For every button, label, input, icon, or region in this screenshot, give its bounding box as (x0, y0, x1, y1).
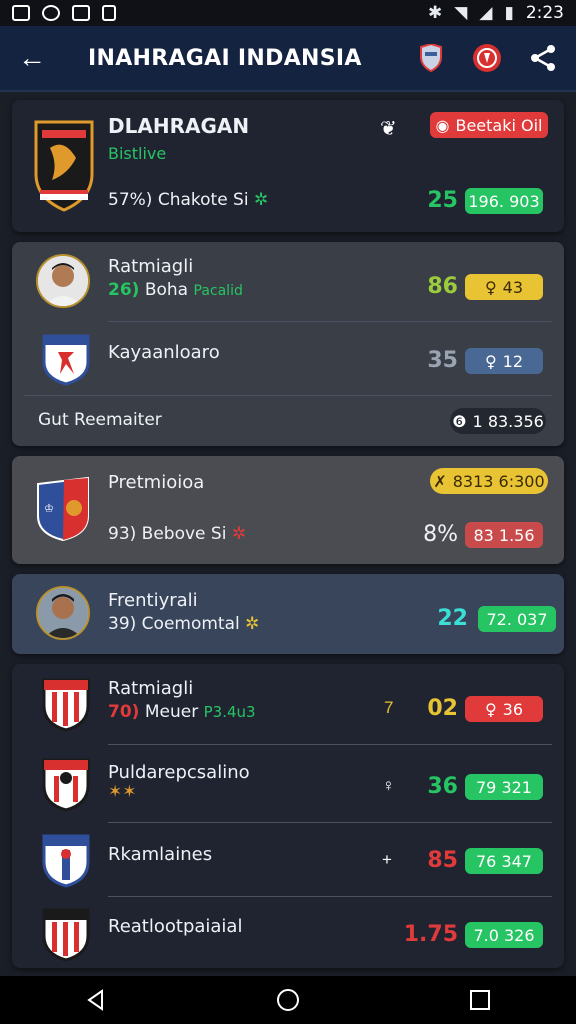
match-list-card: Ratmiagli 70) Meuer P3.4u3 7 02 ♀ 36 Puld… (12, 664, 564, 968)
team-name: Reatlootpaiaial (108, 916, 243, 937)
svg-text:♔: ♔ (44, 502, 54, 515)
team-name: Ratmiagli (108, 678, 194, 699)
shield-icon[interactable] (416, 43, 446, 73)
match-card[interactable]: ♔ Pretmioioa ✗ 8313 6:300 93) Bebove Si ✲… (12, 456, 564, 564)
odds-pill[interactable]: ♀ 12 (465, 348, 543, 374)
player-avatar (36, 254, 90, 308)
team-score: 85 (427, 848, 458, 873)
star-icon: ✶✶ (108, 782, 137, 801)
star-icon: ✲ (239, 614, 260, 634)
player-stat: 39) Coemomtal ✲ (108, 614, 260, 634)
match-stat: 57%) Chakote Si ✲ (108, 190, 269, 210)
divider (108, 896, 552, 897)
team-score: 36 (427, 774, 458, 799)
club-crest-icon[interactable] (472, 43, 502, 73)
divider (108, 744, 552, 745)
row-mark: + (382, 850, 392, 869)
player-name: Frentiyrali (108, 590, 198, 611)
row-mark: 7 (384, 698, 394, 717)
bluetooth-icon: ✱ (428, 3, 443, 22)
group-footer-label: Gut Reemaiter (38, 410, 162, 430)
odds-pill[interactable]: 196. 903 (465, 188, 543, 214)
team-name: Kayaanloaro (108, 342, 220, 363)
player-name: Ratmiagli (108, 256, 194, 277)
match-stat: 93) Bebove Si ✲ (108, 524, 247, 544)
odds-pill[interactable]: ♀ 43 (465, 274, 543, 300)
page-title: INAHRAGAI INDANSIA (88, 45, 362, 71)
battery-icon: ▮ (504, 3, 514, 22)
team-stat: 70) Meuer P3.4u3 (108, 702, 256, 722)
status-time: 2:23 (525, 3, 564, 23)
team-score: 1.75 (403, 922, 458, 947)
odds-pill[interactable]: 72. 037 (478, 606, 556, 632)
home-nav-icon[interactable] (268, 980, 308, 1020)
live-dot-icon: ◉ (435, 115, 450, 135)
team-crest (40, 334, 92, 386)
player-score: 22 (437, 606, 468, 631)
player-avatar (36, 586, 90, 640)
back-arrow-icon[interactable]: ← (18, 42, 58, 74)
total-pill: ❻1 83.356 (450, 408, 546, 434)
team-score: 35 (427, 348, 458, 373)
star-icon: ✲ (248, 190, 269, 210)
team-name: Pretmioioa (108, 472, 205, 493)
live-badge: ◉ Beetaki Oil (430, 112, 548, 138)
pin-icon: ♀ (484, 699, 497, 719)
coin-icon: ❻ (452, 411, 467, 431)
match-card[interactable]: Frentiyrali 39) Coemomtal ✲ 22 72. 037 (12, 574, 564, 654)
pin-icon: ♀ (484, 277, 497, 297)
row-mark: ♀ (382, 776, 395, 795)
team-name: Puldarepcsalino (108, 762, 250, 783)
divider (108, 822, 552, 823)
divider (108, 321, 552, 322)
team-crest (40, 756, 92, 812)
system-nav-bar (0, 976, 576, 1024)
team-score: 02 (427, 696, 458, 721)
team-crest (40, 676, 92, 732)
notification-icon (12, 5, 30, 21)
match-card-group[interactable]: Ratmiagli 26) Boha Pacalid 86 ♀ 43 Kayaan… (12, 242, 564, 446)
team-name: DLAHRAGAN (108, 114, 250, 138)
odds-pill[interactable]: 79 321 (465, 774, 543, 800)
wifi-icon: ◥ (454, 3, 468, 22)
player-score: 86 (427, 274, 458, 299)
back-nav-icon[interactable] (76, 980, 116, 1020)
notification-icon (42, 5, 60, 21)
odds-pill[interactable]: 83 1.56 (465, 522, 543, 548)
team-crest (40, 832, 92, 888)
status-badge: ✗ 8313 6:300 (430, 468, 548, 494)
pin-icon: ♀ (484, 351, 497, 371)
share-icon[interactable] (528, 43, 558, 73)
odds-pill[interactable]: 7.0 326 (465, 922, 543, 948)
image-icon (72, 5, 90, 21)
match-score: 25 (427, 188, 458, 213)
recents-nav-icon[interactable] (460, 980, 500, 1020)
star-icon: ✲ (226, 524, 247, 544)
match-score: 8% (423, 522, 458, 547)
status-bar: ✱ ◥ ◢ ▮ 2:23 (0, 0, 576, 26)
signal-icon: ◢ (479, 3, 493, 22)
phone-icon (102, 5, 116, 21)
odds-pill[interactable]: 76 347 (465, 848, 543, 874)
odds-pill[interactable]: ♀ 36 (465, 696, 543, 722)
app-bar: ← INAHRAGAI INDANSIA (0, 26, 576, 92)
bookmark-icon[interactable]: ❦ (380, 116, 397, 141)
team-name: Rkamlaines (108, 844, 213, 865)
team-crest: ♔ (34, 476, 92, 542)
team-subtitle: Bistlive (108, 144, 167, 163)
ball-icon: ✗ (433, 471, 447, 491)
match-card-featured[interactable]: DLAHRAGAN Bistlive ❦ ◉ Beetaki Oil 57%) C… (12, 100, 564, 232)
player-stat: 26) Boha Pacalid (108, 280, 243, 300)
team-crest (40, 906, 92, 962)
divider (24, 395, 552, 396)
team-crest (32, 118, 96, 214)
